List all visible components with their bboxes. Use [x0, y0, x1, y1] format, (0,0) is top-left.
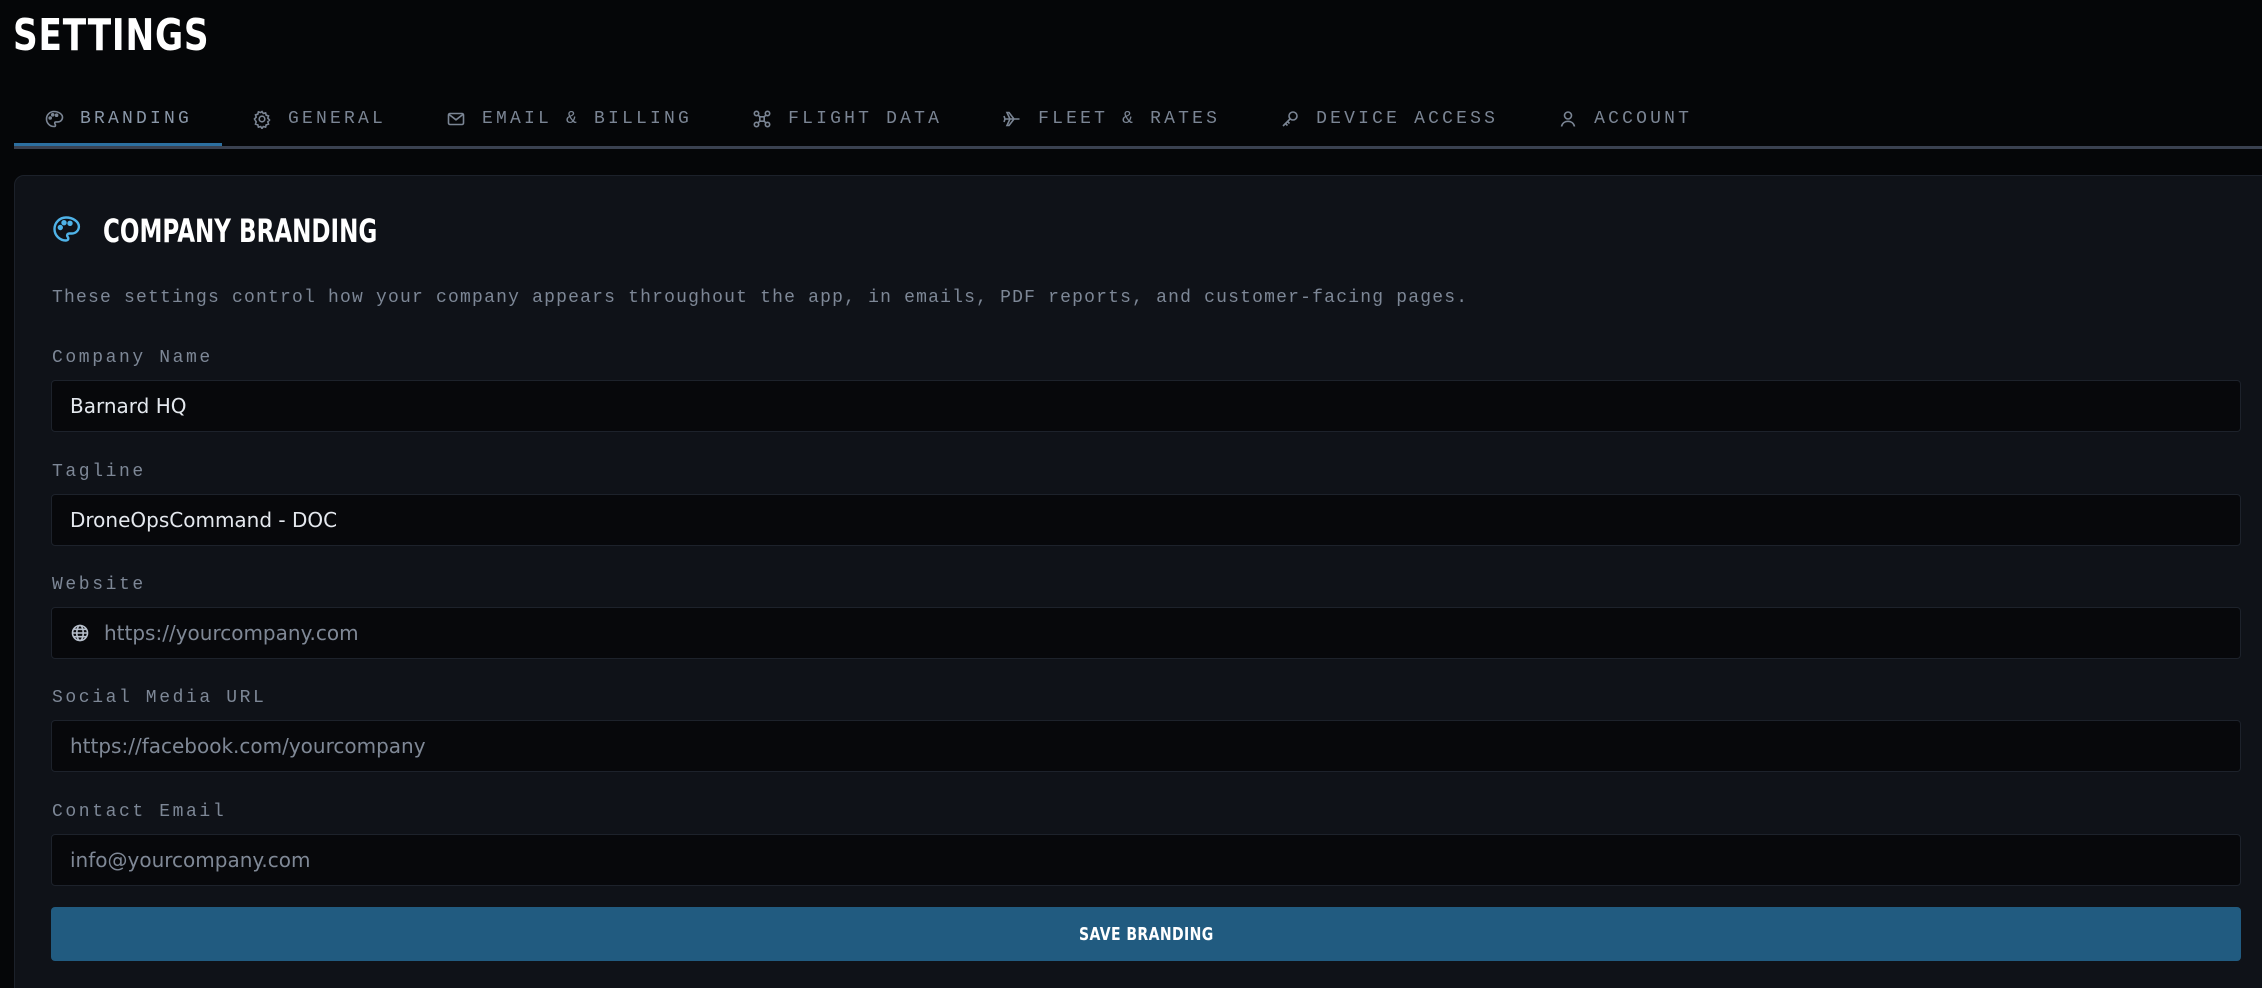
- tab-label: DEVICE ACCESS: [1316, 109, 1499, 129]
- tab-label: EMAIL & BILLING: [482, 109, 693, 129]
- gear-icon: [252, 109, 272, 129]
- tab-label: ACCOUNT: [1594, 109, 1693, 129]
- user-icon: [1558, 109, 1578, 129]
- tab-email-billing[interactable]: EMAIL & BILLING: [416, 98, 722, 140]
- tab-label: FLEET & RATES: [1038, 109, 1221, 129]
- tab-label: FLIGHT DATA: [788, 109, 943, 129]
- tab-label: GENERAL: [288, 109, 387, 129]
- website-label: Website: [52, 575, 146, 595]
- tab-device-access[interactable]: DEVICE ACCESS: [1250, 98, 1528, 140]
- social-media-url-label: Social Media URL: [52, 688, 267, 708]
- company-name-label: Company Name: [52, 348, 213, 368]
- plane-icon: [1002, 109, 1022, 129]
- settings-page: SETTINGS BRANDING GENERAL EMAIL & BILLIN…: [0, 0, 2262, 988]
- drone-icon: [752, 109, 772, 129]
- page-title: SETTINGS: [13, 10, 210, 61]
- tab-fleet-rates[interactable]: FLEET & RATES: [972, 98, 1250, 140]
- website-field[interactable]: [51, 607, 2241, 659]
- contact-email-field[interactable]: [51, 834, 2241, 886]
- card-header: COMPANY BRANDING: [51, 212, 484, 250]
- tagline-label: Tagline: [52, 462, 146, 482]
- tab-label: BRANDING: [80, 109, 193, 129]
- palette-icon: [51, 214, 81, 249]
- settings-tabs: BRANDING GENERAL EMAIL & BILLING FLIGHT …: [14, 98, 2262, 149]
- company-name-input[interactable]: [70, 381, 2240, 431]
- social-media-url-input[interactable]: [70, 721, 2240, 771]
- save-branding-button[interactable]: SAVE BRANDING: [51, 907, 2241, 961]
- mail-icon: [446, 109, 466, 129]
- tab-flight-data[interactable]: FLIGHT DATA: [722, 98, 972, 140]
- tab-general[interactable]: GENERAL: [222, 98, 416, 140]
- tab-branding[interactable]: BRANDING: [14, 98, 223, 146]
- company-branding-card: COMPANY BRANDING These settings control …: [14, 175, 2262, 988]
- company-name-field[interactable]: [51, 380, 2241, 432]
- key-icon: [1280, 109, 1300, 129]
- website-input[interactable]: [104, 608, 2240, 658]
- palette-icon: [44, 109, 64, 129]
- tab-account[interactable]: ACCOUNT: [1528, 98, 1722, 140]
- card-description: These settings control how your company …: [52, 288, 1469, 308]
- tagline-input[interactable]: [70, 495, 2240, 545]
- card-title: COMPANY BRANDING: [103, 212, 378, 250]
- globe-icon: [70, 623, 90, 643]
- contact-email-input[interactable]: [70, 835, 2240, 885]
- tagline-field[interactable]: [51, 494, 2241, 546]
- contact-email-label: Contact Email: [52, 802, 227, 822]
- social-media-url-field[interactable]: [51, 720, 2241, 772]
- save-branding-label: SAVE BRANDING: [1078, 923, 1214, 945]
